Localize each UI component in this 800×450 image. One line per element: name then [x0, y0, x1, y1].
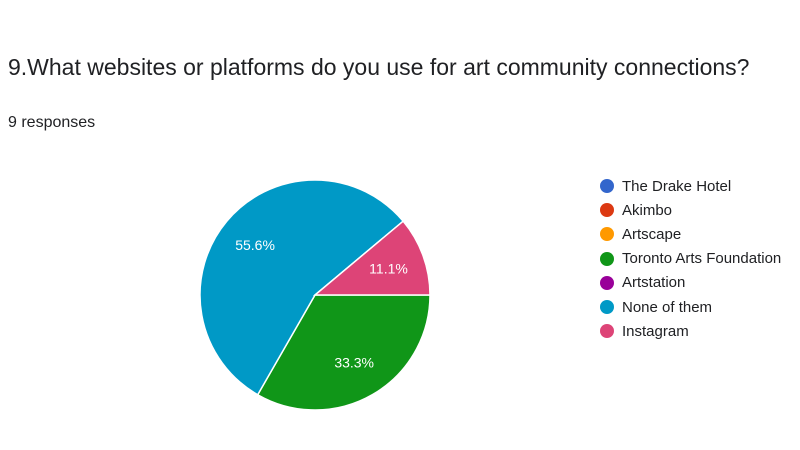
legend-swatch [600, 179, 614, 194]
legend-label: Akimbo [622, 201, 673, 219]
legend-label: Instagram [622, 322, 689, 340]
legend-item-none-of-them: None of them [600, 295, 781, 319]
legend-swatch [600, 275, 614, 290]
legend-label: Artstation [622, 274, 686, 292]
response-count: 9 responses [8, 114, 96, 131]
slice-label-none-of-them: 55.6% [235, 237, 275, 253]
legend-label: The Drake Hotel [622, 177, 732, 195]
legend-item-akimbo: Akimbo [600, 198, 781, 222]
legend-swatch [600, 227, 614, 242]
legend-item-the-drake-hotel: The Drake Hotel [600, 174, 781, 198]
legend-item-artstation: Artstation [600, 271, 781, 295]
chart-legend: The Drake Hotel Akimbo Artscape Toronto Art… [600, 174, 781, 343]
legend-swatch [600, 300, 614, 315]
legend-item-toronto-arts-foundation: Toronto Arts Foundation [600, 247, 781, 271]
question-title: 9.What websites or platforms do you use … [8, 54, 750, 80]
legend-label: None of them [622, 298, 713, 316]
legend-item-artscape: Artscape [600, 222, 781, 246]
legend-label: Artscape [622, 225, 682, 243]
legend-swatch [600, 251, 614, 266]
legend-swatch [600, 324, 614, 339]
pie-chart: 33.3% 55.6% 11.1% [199, 179, 431, 411]
slice-label-toronto-arts-foundation: 33.3% [334, 355, 374, 371]
legend-item-instagram: Instagram [600, 319, 781, 343]
legend-label: Toronto Arts Foundation [622, 250, 782, 268]
slice-label-instagram: 11.1% [369, 260, 408, 276]
legend-swatch [600, 203, 614, 218]
